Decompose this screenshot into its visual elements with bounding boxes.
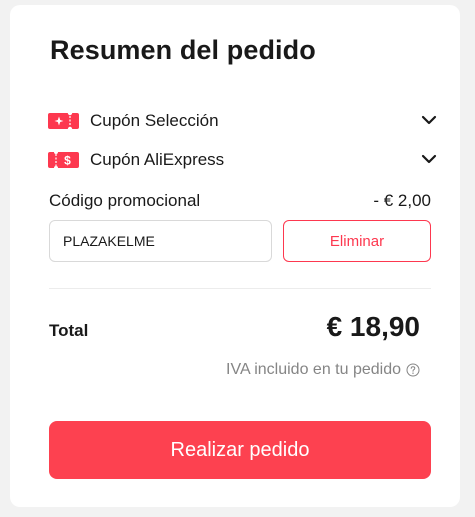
tax-note-text: IVA incluido en tu pedido xyxy=(226,361,401,378)
total-label: Total xyxy=(49,321,89,340)
chevron-down-icon[interactable] xyxy=(420,150,438,168)
promo-discount-value: - € 2,00 xyxy=(373,191,431,210)
promo-code-label: Código promocional xyxy=(49,191,201,210)
promo-code-row: Código promocional - € 2,00 xyxy=(49,189,431,213)
place-order-button[interactable]: Realizar pedido xyxy=(49,421,431,479)
coupon-aliexpress-label: Cupón AliExpress xyxy=(90,150,225,169)
coupon-selection-label: Cupón Selección xyxy=(90,111,219,130)
coupon-aliexpress-row[interactable]: $ Cupón AliExpress xyxy=(48,148,438,172)
help-icon[interactable] xyxy=(406,363,420,377)
page-title: Resumen del pedido xyxy=(50,35,316,65)
chevron-down-icon[interactable] xyxy=(420,111,438,129)
coupon-selection-row[interactable]: Cupón Selección xyxy=(48,109,438,133)
remove-promo-button[interactable]: Eliminar xyxy=(283,220,431,262)
tax-note: IVA incluido en tu pedido xyxy=(226,361,420,379)
promo-code-input[interactable] xyxy=(49,220,272,262)
total-value: € 18,90 xyxy=(326,311,420,342)
svg-text:$: $ xyxy=(64,154,71,168)
coupon-selection-icon xyxy=(48,113,79,129)
divider xyxy=(49,288,431,289)
coupon-aliexpress-icon: $ xyxy=(48,152,79,168)
order-summary-card: Resumen del pedido Cupón Selección $ Cup… xyxy=(10,5,460,507)
